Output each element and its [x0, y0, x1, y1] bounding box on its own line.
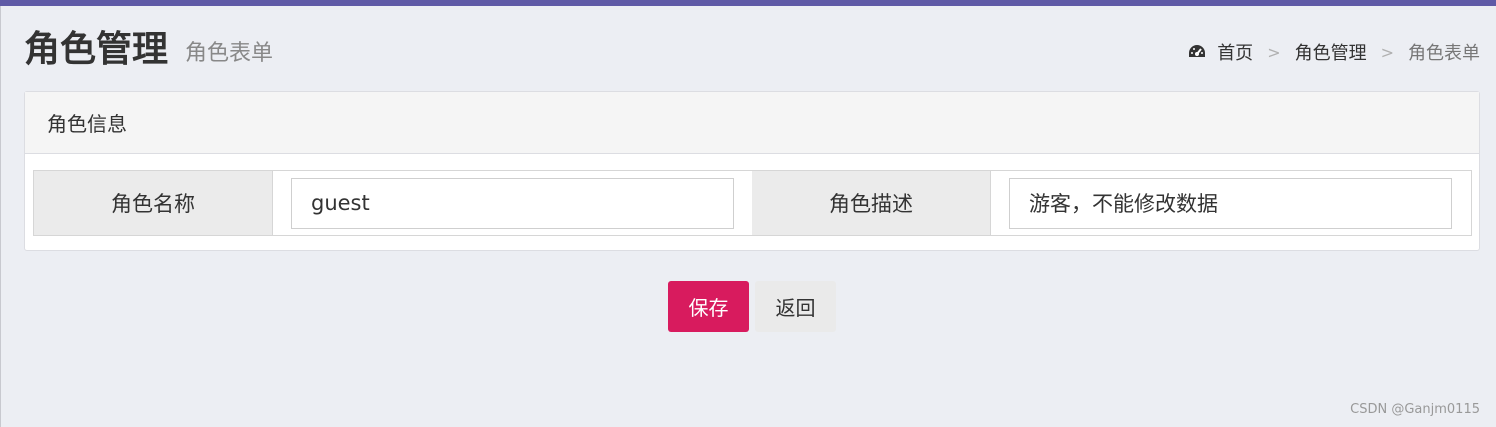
- breadcrumb-role-management[interactable]: 角色管理: [1295, 39, 1367, 65]
- breadcrumb-separator: >: [1267, 42, 1281, 62]
- dashboard-icon: [1187, 42, 1207, 62]
- role-description-label: 角色描述: [752, 171, 991, 235]
- panel-title: 角色信息: [25, 92, 1479, 154]
- role-name-label: 角色名称: [34, 171, 273, 235]
- top-accent-bar: [0, 0, 1496, 6]
- breadcrumb-home[interactable]: 首页: [1217, 39, 1253, 65]
- left-border: [0, 6, 1, 427]
- role-description-input[interactable]: [1009, 177, 1452, 229]
- role-name-cell: [273, 171, 752, 235]
- page-subtitle: 角色表单: [185, 41, 274, 66]
- role-name-input[interactable]: [291, 177, 734, 229]
- back-button[interactable]: 返回: [755, 281, 836, 332]
- role-description-cell: [991, 171, 1470, 235]
- breadcrumb: 首页 > 角色管理 > 角色表单: [1187, 38, 1480, 66]
- role-form-row: 角色名称 角色描述: [33, 170, 1472, 236]
- page-title: 角色管理: [24, 29, 169, 70]
- breadcrumb-separator: >: [1380, 42, 1394, 62]
- watermark: CSDN @Ganjm0115: [1350, 402, 1480, 417]
- save-button[interactable]: 保存: [668, 281, 749, 332]
- role-info-panel: 角色信息 角色名称 角色描述: [24, 91, 1480, 251]
- breadcrumb-current: 角色表单: [1408, 43, 1480, 64]
